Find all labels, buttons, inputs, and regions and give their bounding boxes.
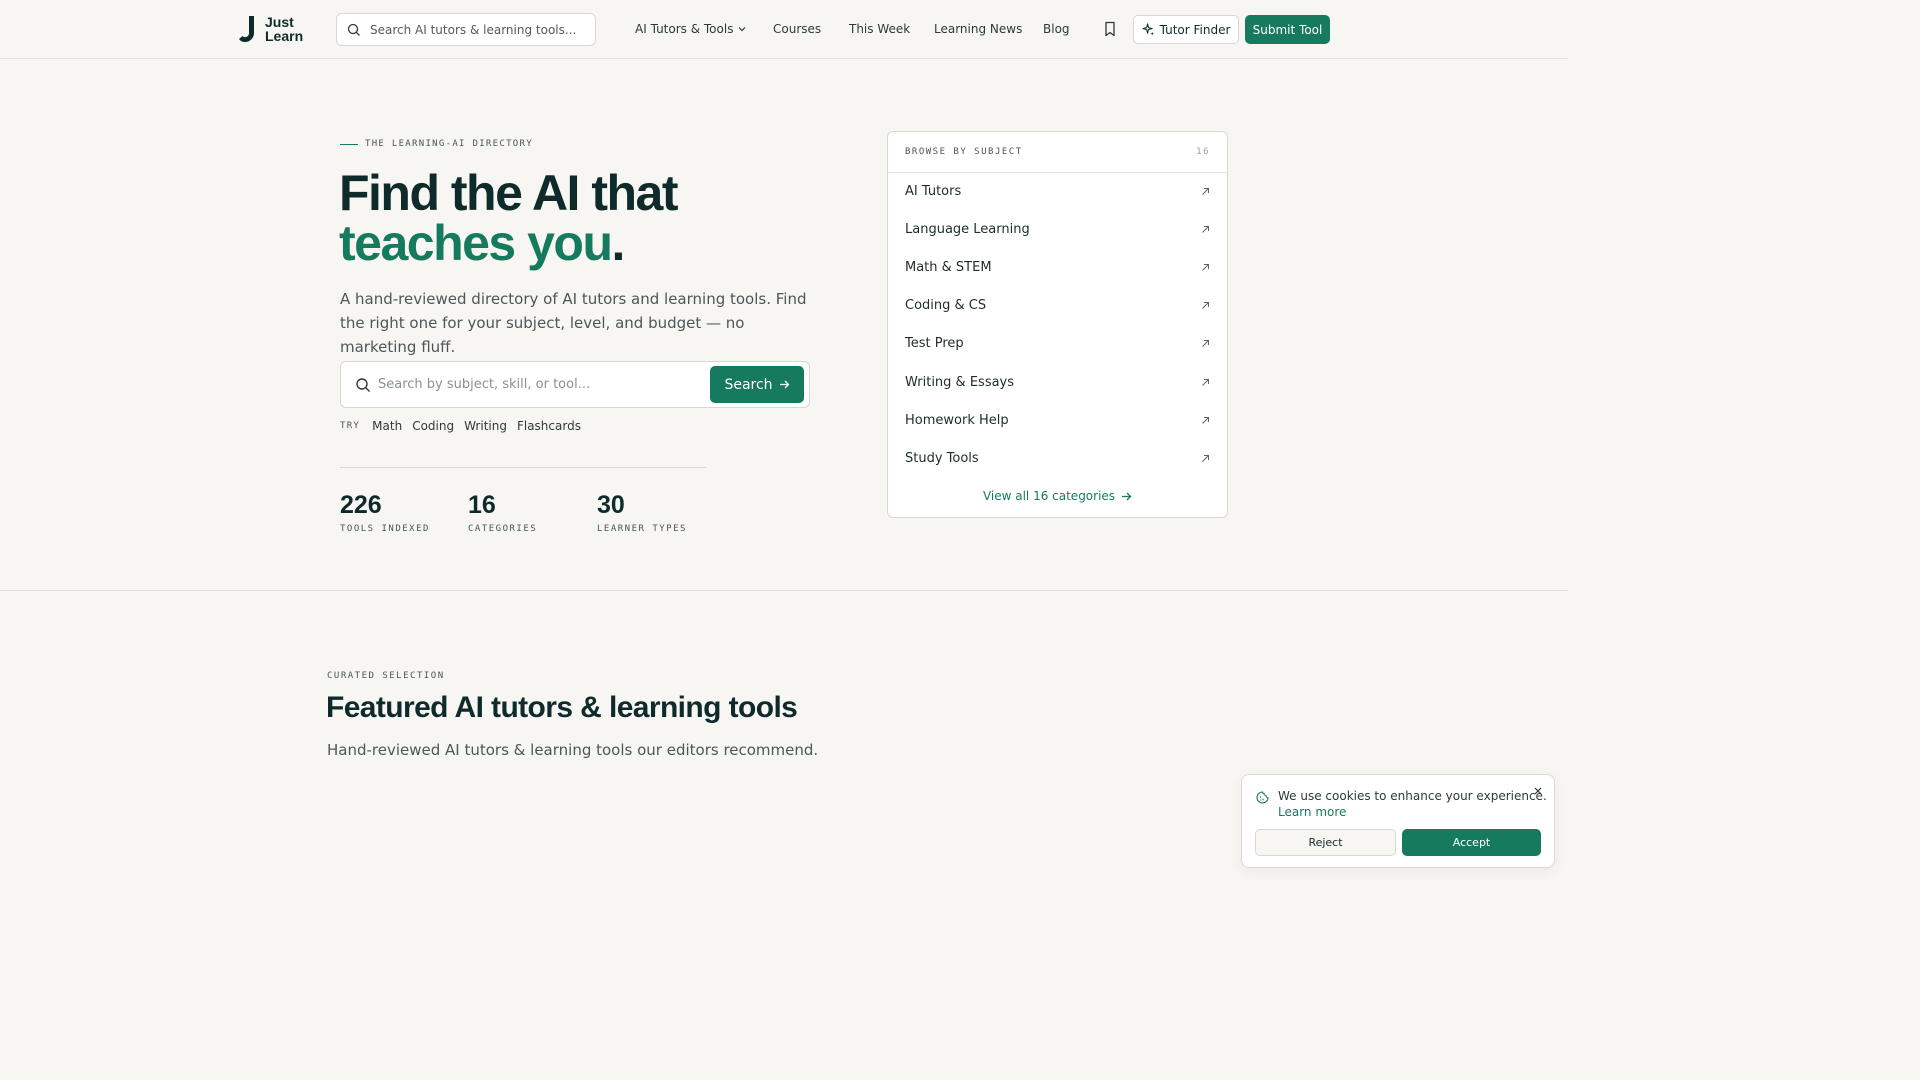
category-label: Test Prep xyxy=(905,335,964,351)
tutor-finder-label: Tutor Finder xyxy=(1159,22,1231,37)
submit-tool-button[interactable]: Submit Tool xyxy=(1245,15,1330,44)
header-search[interactable] xyxy=(336,13,596,46)
site-header: Just Learn AI Tutors & Tools Courses Thi… xyxy=(0,0,1568,59)
arrow-up-right-icon xyxy=(1202,378,1209,386)
nav-label: AI Tutors & Tools xyxy=(635,22,734,36)
category-label: Study Tools xyxy=(905,450,979,466)
stat-label: CATEGORIES xyxy=(468,524,538,534)
category-item-test-prep[interactable]: Test Prep xyxy=(888,324,1227,362)
logo-text-line1: Just xyxy=(265,14,294,30)
cookie-learn-more-link[interactable]: Learn more xyxy=(1278,805,1346,819)
arrow-up-right-icon xyxy=(1202,416,1209,424)
nav-blog[interactable]: Blog xyxy=(1043,22,1070,36)
try-suggestions: TRY Math Coding Writing Flashcards xyxy=(340,419,581,433)
category-label: Writing & Essays xyxy=(905,374,1015,390)
cookie-accept-button[interactable]: Accept xyxy=(1402,829,1541,856)
stat-tools-indexed: 226 TOOLS INDEXED xyxy=(340,491,430,534)
nav-label: Courses xyxy=(773,22,822,36)
stat-label: TOOLS INDEXED xyxy=(340,524,430,534)
close-icon[interactable] xyxy=(1532,785,1544,797)
cookie-reject-button[interactable]: Reject xyxy=(1255,829,1396,856)
try-chip-coding[interactable]: Coding xyxy=(412,419,454,433)
view-all-label: View all 16 categories xyxy=(982,489,1116,503)
eyebrow-rule xyxy=(340,143,358,145)
arrow-up-right-icon xyxy=(1202,225,1209,233)
category-label: AI Tutors xyxy=(905,183,962,199)
hero-search-button[interactable]: Search xyxy=(710,366,804,403)
category-label: Math & STEM xyxy=(905,259,992,275)
hero-search-input[interactable] xyxy=(378,377,698,392)
logo-text-line2: Learn xyxy=(265,28,304,44)
nav-courses[interactable]: Courses xyxy=(773,22,821,36)
cookie-message: We use cookies to enhance your experienc… xyxy=(1278,789,1547,803)
arrow-right-icon xyxy=(779,380,789,389)
cookie-banner: We use cookies to enhance your experienc… xyxy=(1241,774,1555,868)
logo-mark-icon xyxy=(239,16,254,43)
arrow-up-right-icon xyxy=(1202,454,1209,462)
section-divider xyxy=(0,590,1568,591)
nav-this-week[interactable]: This Week xyxy=(849,22,910,36)
nav-learning-news[interactable]: Learning News xyxy=(934,22,1022,36)
logo[interactable]: Just Learn xyxy=(237,14,303,44)
arrow-right-icon xyxy=(1122,492,1132,500)
arrow-up-right-icon xyxy=(1202,263,1209,271)
try-chip-flashcards[interactable]: Flashcards xyxy=(517,419,581,433)
stat-value: 16 xyxy=(468,491,496,519)
view-all-categories-link[interactable]: View all 16 categories xyxy=(888,489,1227,503)
stat-value: 226 xyxy=(340,491,382,519)
chevron-down-icon xyxy=(739,27,746,32)
browse-count: 16 xyxy=(1196,147,1210,157)
cookie-icon xyxy=(1256,791,1269,804)
hero-subtitle: A hand-reviewed directory of AI tutors a… xyxy=(340,290,807,356)
stats-divider xyxy=(340,467,706,468)
nav-ai-tutors-tools[interactable]: AI Tutors & Tools xyxy=(635,22,747,36)
category-item-coding-cs[interactable]: Coding & CS xyxy=(888,286,1227,324)
submit-tool-label: Submit Tool xyxy=(1252,22,1323,37)
stat-value: 30 xyxy=(597,491,625,519)
hero-title-accent: teaches you xyxy=(339,215,613,271)
try-chip-math[interactable]: Math xyxy=(372,419,402,433)
nav-label: Learning News xyxy=(934,22,1023,36)
hero-title-period: . xyxy=(611,215,626,271)
hero-eyebrow: THE LEARNING-AI DIRECTORY xyxy=(340,139,533,149)
browse-card-header: BROWSE BY SUBJECT 16 xyxy=(888,132,1227,173)
category-label: Coding & CS xyxy=(905,297,987,313)
hero-eyebrow-text: THE LEARNING-AI DIRECTORY xyxy=(365,139,533,149)
stat-learner-types: 30 LEARNER TYPES xyxy=(597,491,687,534)
search-icon xyxy=(356,377,370,392)
stat-label: LEARNER TYPES xyxy=(597,524,687,534)
nav-label: This Week xyxy=(849,22,911,36)
browse-by-subject-card: BROWSE BY SUBJECT 16 AI Tutors Language … xyxy=(887,131,1228,518)
arrow-up-right-icon xyxy=(1202,187,1209,195)
category-item-math-stem[interactable]: Math & STEM xyxy=(888,248,1227,286)
category-item-homework-help[interactable]: Homework Help xyxy=(888,401,1227,439)
hero-title-line1: Find the AI that xyxy=(339,165,679,221)
bookmark-icon[interactable] xyxy=(1103,21,1117,37)
try-chip-writing[interactable]: Writing xyxy=(464,419,507,433)
arrow-up-right-icon xyxy=(1202,339,1209,347)
tutor-finder-button[interactable]: Tutor Finder xyxy=(1133,15,1239,44)
category-item-study-tools[interactable]: Study Tools xyxy=(888,439,1227,477)
arrow-up-right-icon xyxy=(1202,301,1209,309)
category-item-ai-tutors[interactable]: AI Tutors xyxy=(888,172,1227,210)
browse-heading: BROWSE BY SUBJECT xyxy=(905,147,1023,157)
hero-search[interactable]: Search xyxy=(340,361,810,408)
try-label: TRY xyxy=(340,421,361,431)
hero-search-button-label: Search xyxy=(724,376,773,393)
category-label: Homework Help xyxy=(905,412,1009,428)
featured-title: Featured AI tutors & learning tools xyxy=(326,691,798,724)
featured-eyebrow: CURATED SELECTION xyxy=(327,671,445,681)
sparkle-icon xyxy=(1142,23,1154,36)
stat-categories: 16 CATEGORIES xyxy=(468,491,537,534)
hero-title: Find the AI that teaches you. xyxy=(339,165,679,271)
category-item-language-learning[interactable]: Language Learning xyxy=(888,210,1227,248)
nav-label: Blog xyxy=(1043,22,1070,36)
category-item-writing-essays[interactable]: Writing & Essays xyxy=(888,363,1227,401)
featured-subtitle: Hand-reviewed AI tutors & learning tools… xyxy=(327,741,819,759)
category-label: Language Learning xyxy=(905,221,1030,237)
header-search-input[interactable] xyxy=(370,22,580,37)
search-icon xyxy=(347,23,360,36)
